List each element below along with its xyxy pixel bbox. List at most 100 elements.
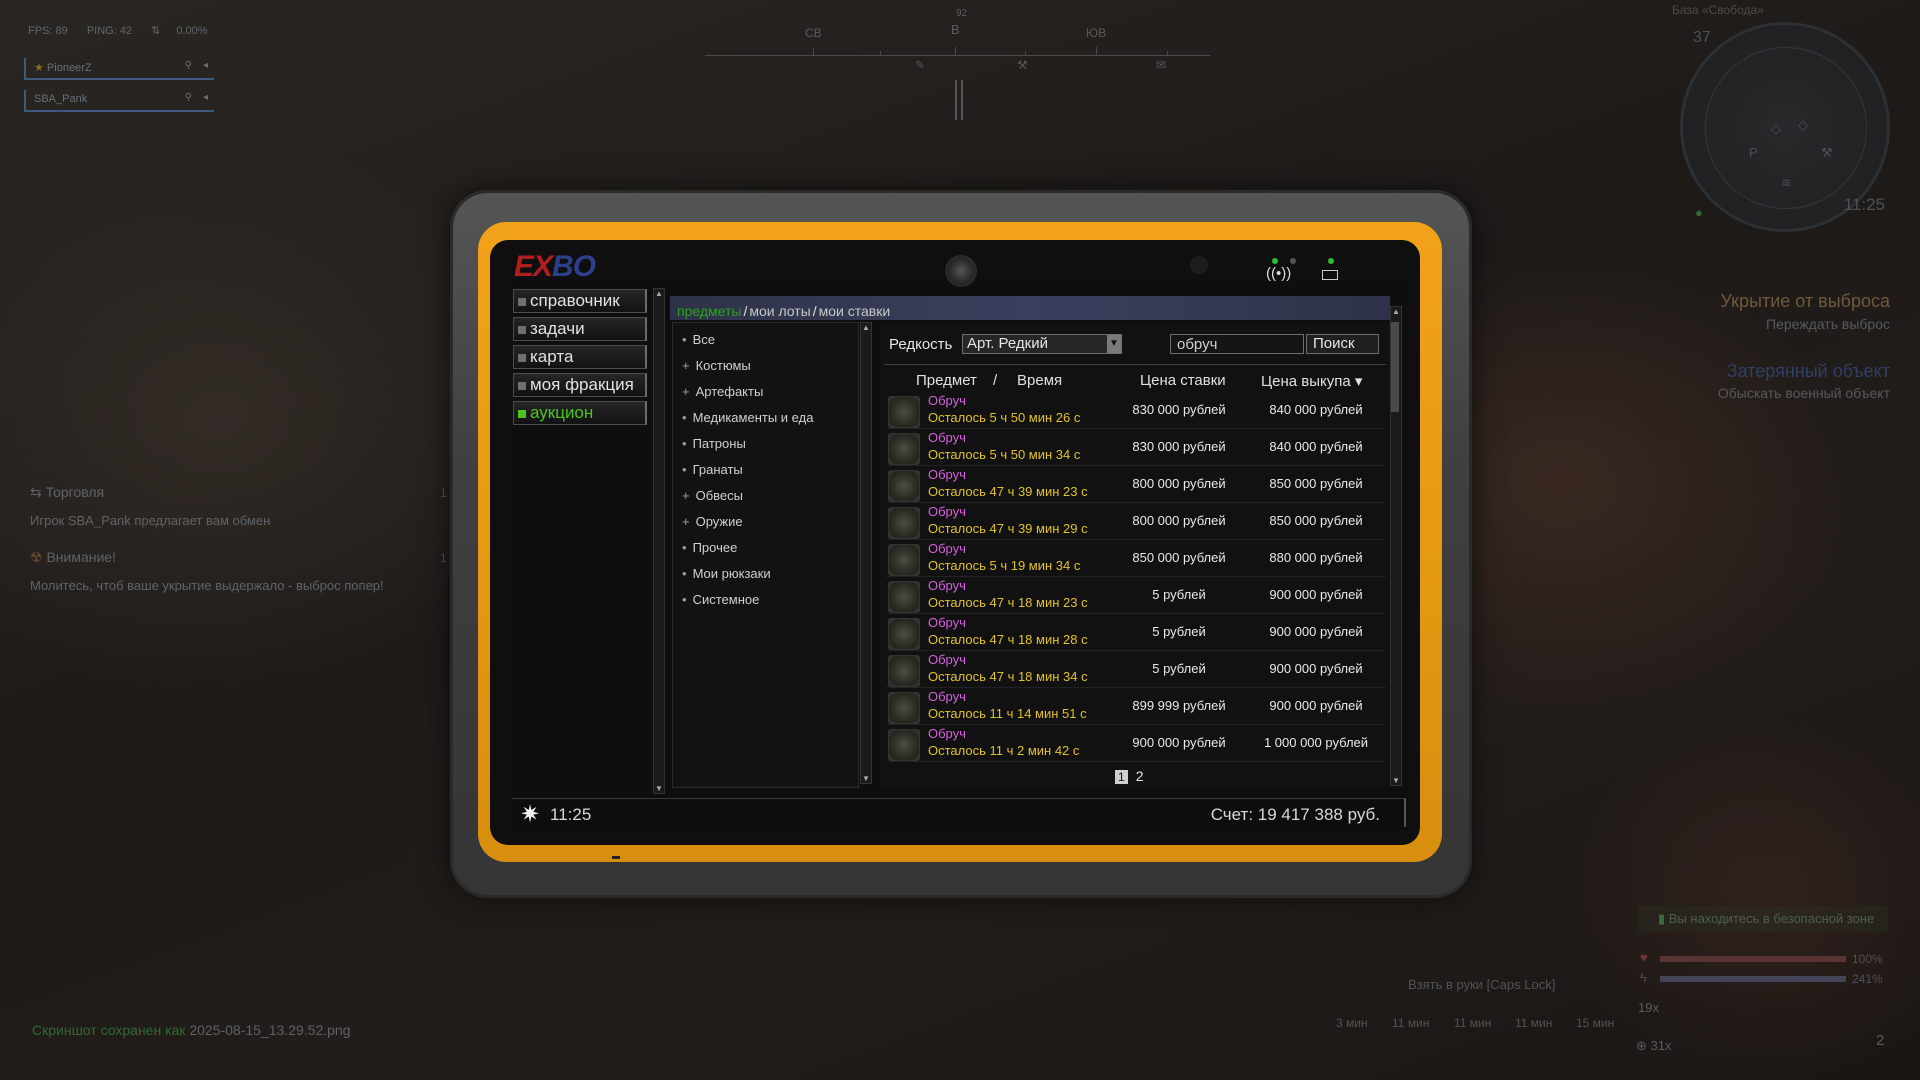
hoop-artifact-icon: [888, 655, 920, 687]
table-row[interactable]: Обруч Осталось 47 ч 18 мин 28 с 5 рублей…: [886, 614, 1386, 651]
category-all[interactable]: • Все: [682, 332, 715, 347]
table-row[interactable]: Обруч Осталось 47 ч 39 мин 23 с 800 000 …: [886, 466, 1386, 503]
table-row[interactable]: Обруч Осталось 5 ч 50 мин 34 с 830 000 р…: [886, 429, 1386, 466]
item-name: Обруч: [928, 430, 966, 445]
tab-my-bids[interactable]: мои ставки: [819, 303, 891, 319]
scroll-up-icon[interactable]: ▲: [1392, 307, 1400, 316]
health-percent: 100%: [1852, 952, 1883, 966]
column-buyout-price[interactable]: Цена выкупа ▾: [1261, 372, 1362, 390]
scroll-down-icon[interactable]: ▼: [655, 784, 663, 793]
radiation-icon: ☢: [30, 549, 47, 565]
menu-item-tasks[interactable]: задачи: [513, 317, 647, 341]
performance-stats: FPS: 89 PING: 42 ⇅ 0.00%: [28, 24, 240, 37]
column-bid-price[interactable]: Цена ставки: [1140, 372, 1226, 389]
task-title[interactable]: Укрытие от выброса: [1721, 291, 1890, 312]
battery-icon: [1322, 270, 1338, 280]
item-name: Обруч: [928, 504, 966, 519]
scrollbar-thumb[interactable]: [1391, 322, 1399, 412]
menu-item-faction[interactable]: моя фракция: [513, 373, 647, 397]
time-left: Осталось 47 ч 39 мин 29 с: [928, 521, 1088, 536]
menu-item-reference[interactable]: справочник: [513, 289, 647, 313]
buyout-price: 850 000 рублей: [1269, 476, 1363, 491]
menu-label: моя фракция: [530, 375, 634, 394]
category-ammo[interactable]: • Патроны: [682, 436, 746, 451]
compass-needle: [955, 80, 963, 120]
rarity-label: Редкость: [889, 336, 953, 353]
packet-loss: ⇅ 0.00%: [151, 25, 208, 37]
buyout-price: 840 000 рублей: [1269, 439, 1363, 454]
category-weapons[interactable]: + Оружие: [682, 514, 743, 529]
category-attachments[interactable]: + Обвесы: [682, 488, 743, 503]
category-system[interactable]: • Системное: [682, 592, 759, 607]
scroll-up-icon[interactable]: ▲: [862, 323, 870, 332]
bid-price: 5 рублей: [1152, 624, 1206, 639]
scroll-down-icon[interactable]: ▼: [1392, 776, 1400, 785]
time-left: Осталось 5 ч 50 мин 34 с: [928, 447, 1081, 462]
bid-price: 5 рублей: [1152, 661, 1206, 676]
tab-my-lots[interactable]: мои лоты: [749, 303, 810, 319]
bid-price: 800 000 рублей: [1132, 513, 1226, 528]
category-other[interactable]: • Прочее: [682, 540, 737, 555]
time-left: Осталось 5 ч 19 мин 34 с: [928, 558, 1081, 573]
waypoint-icon: ✎: [915, 58, 926, 72]
speaker-slot: [612, 856, 620, 859]
category-my-backpacks[interactable]: • Мои рюкзаки: [682, 566, 771, 581]
effect-timer: 15 мин: [1576, 1016, 1615, 1030]
trade-icon: ⇆: [30, 484, 46, 500]
table-row[interactable]: Обруч Осталось 47 ч 18 мин 34 с 5 рублей…: [886, 651, 1386, 688]
menu-item-map[interactable]: карта: [513, 345, 647, 369]
wifi-icon: ((•)): [1266, 265, 1292, 282]
effect-timer: 11 мин: [1454, 1016, 1492, 1030]
column-item[interactable]: Предмет: [916, 372, 977, 389]
menu-label: аукцион: [530, 403, 594, 422]
bid-price: 900 000 рублей: [1132, 735, 1226, 750]
buyout-price: 850 000 рублей: [1269, 513, 1363, 528]
page-current[interactable]: 1: [1115, 770, 1128, 784]
screenshot-saved-notice: Скриншот сохранен как 2025-08-15_13.29.5…: [32, 1022, 351, 1038]
page-link[interactable]: 2: [1136, 768, 1144, 784]
buyout-price: 880 000 рублей: [1269, 550, 1363, 565]
time-left: Осталось 11 ч 2 мин 42 с: [928, 743, 1080, 758]
menu-label: справочник: [530, 291, 620, 310]
category-artifacts[interactable]: + Артефакты: [682, 384, 763, 399]
category-suits[interactable]: + Костюмы: [682, 358, 751, 373]
location-pin-icon: ⚲: [184, 92, 192, 103]
table-row[interactable]: Обруч Осталось 47 ч 39 мин 29 с 800 000 …: [886, 503, 1386, 540]
chat-trade-header: ⇆ Торговля: [30, 484, 105, 500]
menu-label: задачи: [530, 319, 585, 338]
status-led: [1290, 258, 1296, 264]
player-level: 37: [1693, 29, 1711, 46]
sidebar-scrollbar[interactable]: ▲ ▼: [653, 288, 665, 794]
category-medicine-food[interactable]: • Медикаменты и еда: [682, 410, 813, 425]
column-slash: /: [993, 372, 998, 389]
signal-icon: ≋: [1781, 175, 1792, 190]
search-input[interactable]: [1170, 334, 1304, 354]
column-time[interactable]: Время: [1017, 372, 1062, 389]
table-row[interactable]: Обруч Осталось 5 ч 19 мин 34 с 850 000 р…: [886, 540, 1386, 577]
ping-counter: PING: 42: [86, 25, 133, 37]
health-fill: [1660, 956, 1846, 962]
table-row[interactable]: Обруч Осталось 47 ч 18 мин 23 с 5 рублей…: [886, 577, 1386, 614]
menu-item-auction[interactable]: аукцион: [513, 401, 647, 425]
table-row[interactable]: Обруч Осталось 11 ч 2 мин 42 с 900 000 р…: [886, 725, 1386, 762]
chevron-down-icon[interactable]: ▼: [1107, 335, 1121, 353]
category-grenades[interactable]: • Гранаты: [682, 462, 743, 477]
player-marker-icon: ◇: [1771, 121, 1781, 136]
rarity-select[interactable]: Арт. Редкий ▼: [962, 334, 1122, 354]
chat-message: Игрок SBA_Pank предлагает вам обмен: [30, 513, 271, 528]
hoop-artifact-icon: [888, 470, 920, 502]
category-scrollbar[interactable]: ▲ ▼: [860, 322, 872, 784]
search-button[interactable]: Поиск: [1306, 334, 1379, 354]
task-title[interactable]: Затерянный объект: [1727, 361, 1890, 382]
minimap[interactable]: 37 11:25 ◇ ◇ P ≋ ⚒ ●: [1680, 22, 1890, 232]
item-name: Обруч: [928, 467, 966, 482]
scroll-up-icon[interactable]: ▲: [655, 289, 663, 298]
table-row[interactable]: Обруч Осталось 5 ч 50 мин 26 с 830 000 р…: [886, 392, 1386, 429]
table-row[interactable]: Обруч Осталось 11 ч 14 мин 51 с 899 999 …: [886, 688, 1386, 725]
status-led: [1328, 258, 1334, 264]
weapon-slot-number: 2: [1876, 1032, 1885, 1049]
tab-items[interactable]: предметы: [677, 303, 741, 319]
scroll-down-icon[interactable]: ▼: [862, 774, 870, 783]
effect-timer: 11 мин: [1392, 1016, 1430, 1030]
bullet-icon: [518, 353, 526, 362]
